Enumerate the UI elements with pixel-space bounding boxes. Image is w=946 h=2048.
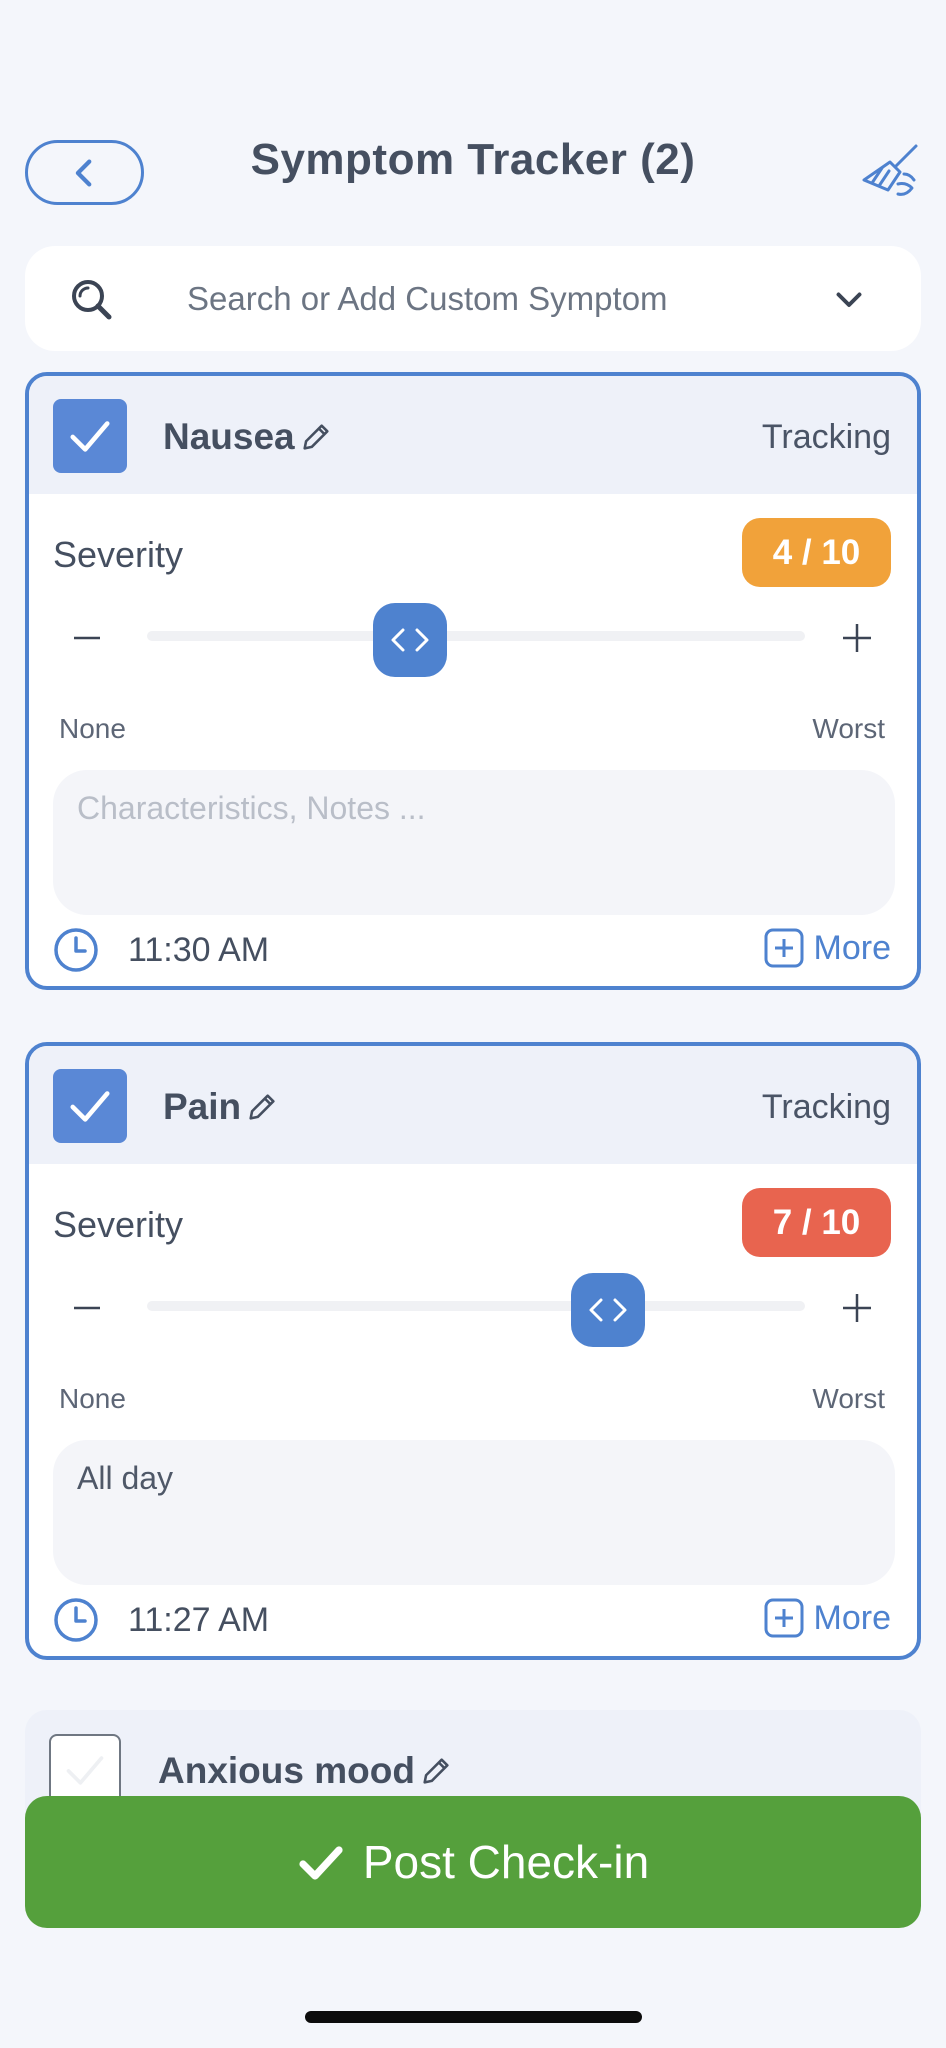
clear-broom-button[interactable] (858, 140, 922, 204)
symptom-time[interactable]: 11:27 AM (128, 1601, 269, 1640)
clock-icon[interactable] (53, 927, 99, 973)
decrease-severity-button[interactable] (67, 1288, 107, 1328)
minus-icon (74, 1306, 100, 1310)
symptom-search-bar[interactable]: Search or Add Custom Symptom (25, 246, 921, 351)
card-header: Pain Tracking (29, 1046, 917, 1164)
plus-square-icon (764, 1598, 804, 1638)
severity-label: Severity (53, 1204, 184, 1245)
tracking-status: Tracking (761, 418, 891, 456)
post-check-in-button[interactable]: Post Check-in (25, 1796, 921, 1928)
drag-handle-icon (589, 1298, 627, 1322)
symptom-checkbox[interactable] (53, 1069, 127, 1143)
plus-icon (843, 1294, 871, 1322)
severity-badge: 7 / 10 (742, 1188, 891, 1257)
minus-icon (74, 636, 100, 640)
severity-slider-track[interactable] (147, 1301, 805, 1311)
severity-slider-thumb[interactable] (373, 603, 448, 677)
severity-badge: 4 / 10 (742, 518, 891, 587)
scale-min-label: None (59, 1383, 126, 1414)
search-input[interactable]: Search or Add Custom Symptom (187, 280, 831, 318)
symptom-card-nausea: Nausea Tracking Severity 4 / 10 None Wor… (25, 372, 921, 990)
more-button[interactable]: More (764, 1598, 891, 1638)
search-icon (72, 279, 112, 319)
chevron-left-icon (75, 159, 91, 186)
severity-label: Severity (53, 534, 184, 575)
pencil-icon[interactable] (245, 1090, 279, 1124)
clock-icon[interactable] (53, 1597, 99, 1643)
check-icon (70, 1091, 110, 1122)
pencil-icon[interactable] (419, 1754, 453, 1788)
page-title: Symptom Tracker (2) (250, 135, 696, 184)
scale-max-label: Worst (812, 1383, 885, 1414)
scale-min-label: None (59, 713, 126, 744)
check-icon (70, 421, 110, 452)
decrease-severity-button[interactable] (67, 618, 107, 658)
symptom-card-pain: Pain Tracking Severity 7 / 10 None Worst… (25, 1042, 921, 1660)
card-header: Nausea Tracking (29, 376, 917, 494)
notes-input[interactable]: Characteristics, Notes ... (53, 770, 895, 915)
home-indicator[interactable] (305, 2011, 642, 2023)
tracking-status: Tracking (761, 1088, 891, 1126)
increase-severity-button[interactable] (837, 618, 877, 658)
chevron-down-icon[interactable] (831, 281, 867, 317)
check-icon (66, 1756, 104, 1785)
plus-square-icon (764, 928, 804, 968)
notes-input[interactable]: All day (53, 1440, 895, 1585)
plus-icon (843, 624, 871, 652)
severity-slider-thumb[interactable] (570, 1273, 645, 1347)
pencil-icon[interactable] (299, 420, 333, 454)
symptom-name[interactable]: Pain (163, 1086, 279, 1128)
scale-max-label: Worst (812, 713, 885, 744)
more-button[interactable]: More (764, 928, 891, 968)
check-icon (299, 1846, 343, 1880)
increase-severity-button[interactable] (837, 1288, 877, 1328)
drag-handle-icon (391, 628, 429, 652)
symptom-name[interactable]: Nausea (163, 416, 333, 458)
symptom-name[interactable]: Anxious mood (158, 1750, 453, 1792)
symptom-time[interactable]: 11:30 AM (128, 931, 269, 970)
back-button[interactable] (25, 140, 144, 205)
broom-icon (862, 144, 918, 196)
severity-slider-track[interactable] (147, 631, 805, 641)
symptom-checkbox[interactable] (53, 399, 127, 473)
